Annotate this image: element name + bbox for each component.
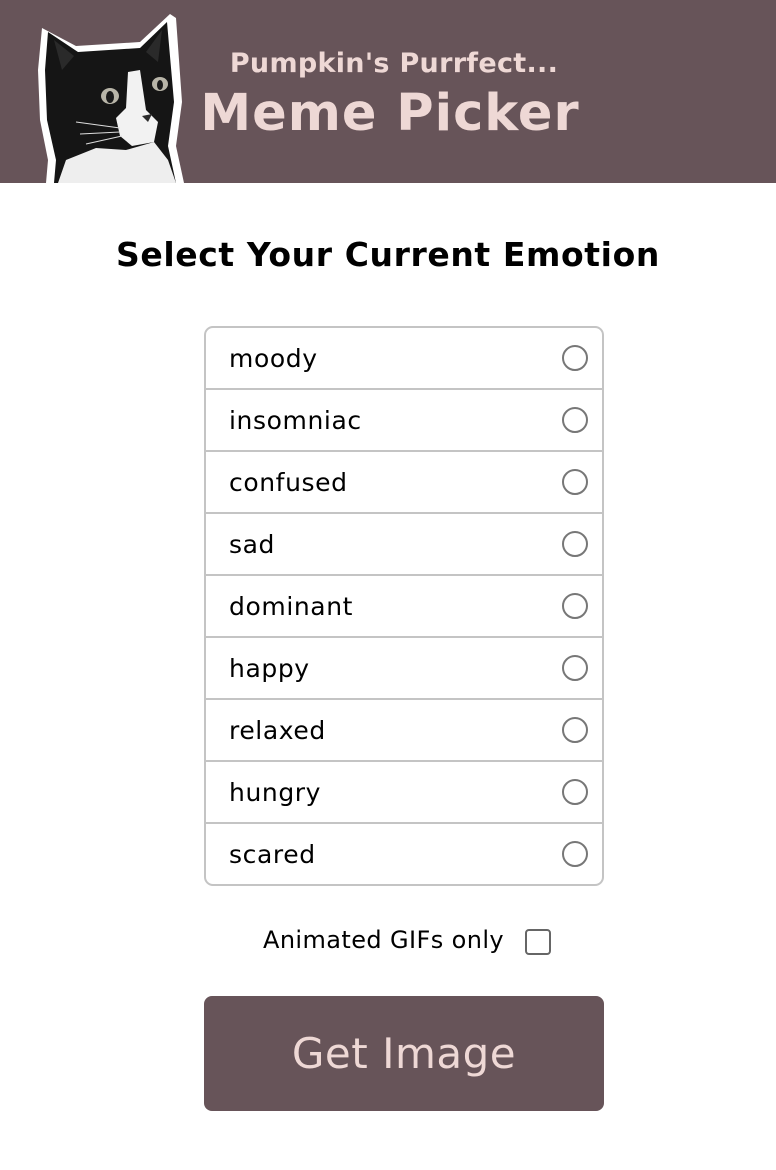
radio-button[interactable] [562,717,588,743]
radio-button[interactable] [562,407,588,433]
emotion-option-moody[interactable]: moody [206,328,602,390]
emotion-label: hungry [229,777,322,807]
emotion-option-dominant[interactable]: dominant [206,576,602,638]
emotion-option-relaxed[interactable]: relaxed [206,700,602,762]
emotion-label: sad [229,529,276,559]
radio-button[interactable] [562,469,588,495]
app-title: Meme Picker [200,84,580,143]
title-block: Pumpkin's Purrfect... Meme Picker [200,44,604,144]
emotion-option-scared[interactable]: scared [206,824,602,884]
emotion-radio-list: moody insomniac confused sad dominant ha… [204,326,604,886]
emotion-label: dominant [229,591,354,621]
emotion-label: happy [229,653,310,683]
emotion-option-confused[interactable]: confused [206,452,602,514]
gif-option-row: Animated GIFs only [0,922,776,962]
emotion-label: scared [229,839,316,869]
emotion-option-hungry[interactable]: hungry [206,762,602,824]
radio-button[interactable] [562,779,588,805]
emotion-option-happy[interactable]: happy [206,638,602,700]
emotion-label: insomniac [229,405,362,435]
emotion-label: confused [229,467,348,497]
radio-button[interactable] [562,841,588,867]
get-image-button[interactable]: Get Image [204,996,604,1111]
radio-button[interactable] [562,593,588,619]
emotion-label: relaxed [229,715,326,745]
radio-button[interactable] [562,345,588,371]
emotion-label: moody [229,343,318,373]
radio-button[interactable] [562,531,588,557]
gif-only-label[interactable]: Animated GIFs only [263,926,504,954]
cat-logo [38,14,184,183]
gif-only-checkbox[interactable] [525,929,551,955]
emotion-heading: Select Your Current Emotion [116,235,660,274]
emotion-option-sad[interactable]: sad [206,514,602,576]
radio-button[interactable] [562,655,588,681]
emotion-option-insomniac[interactable]: insomniac [206,390,602,452]
app-subtitle: Pumpkin's Purrfect... [229,48,559,79]
app-header: Pumpkin's Purrfect... Meme Picker [0,0,776,183]
